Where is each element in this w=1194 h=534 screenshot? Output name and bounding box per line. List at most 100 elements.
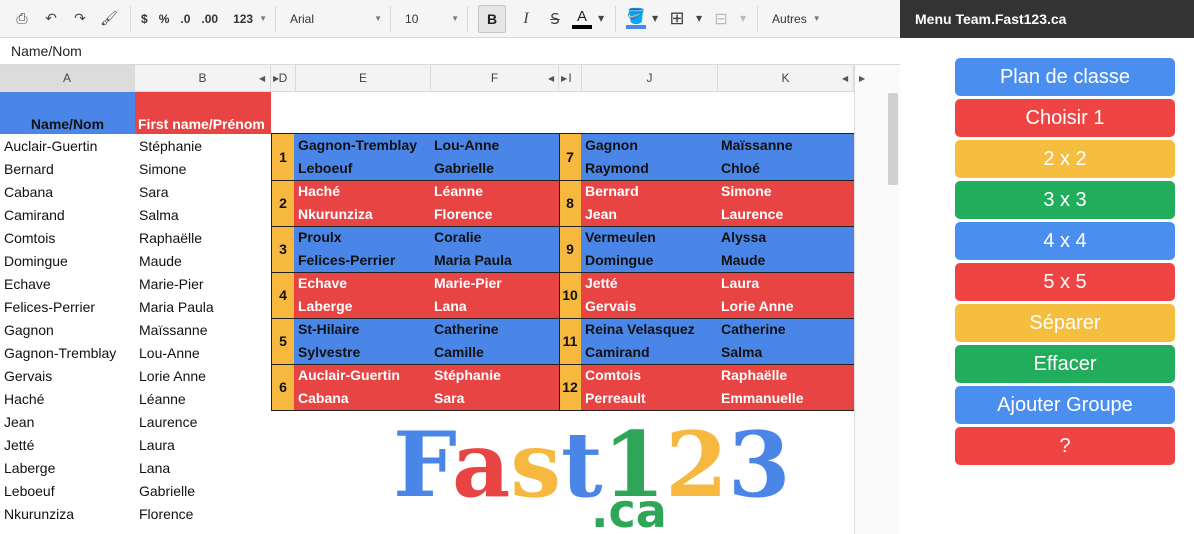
number-format-dropdown[interactable]: 123 ▼ — [229, 12, 271, 26]
last-name-cell[interactable]: Bernard — [4, 161, 54, 177]
group-cell[interactable]: Echave Marie-Pier Laberge Lana — [294, 272, 559, 318]
first-name-cell[interactable]: Maude — [139, 253, 182, 269]
first-name-cell[interactable]: Simone — [139, 161, 186, 177]
first-name-cell[interactable]: Florence — [139, 506, 193, 522]
first-name-cell[interactable]: Lana — [139, 460, 170, 476]
last-name-cell[interactable]: Auclair-Guertin — [4, 138, 97, 154]
group-cell[interactable]: Bernard Simone Jean Laurence — [581, 180, 855, 226]
first-name-cell[interactable]: Maïssanne — [139, 322, 207, 338]
last-name-cell[interactable]: Cabana — [4, 184, 53, 200]
first-name-cell[interactable]: Laurence — [139, 414, 197, 430]
member-last-name: Proulx — [298, 229, 342, 245]
last-name-cell[interactable]: Gagnon — [4, 322, 54, 338]
column-header-f[interactable]: F — [431, 65, 559, 92]
hidden-columns-left-arrow-icon[interactable]: ◀ — [548, 74, 554, 83]
group-cell[interactable]: Gagnon Maïssanne Raymond Chloé — [581, 134, 855, 180]
last-name-cell[interactable]: Camirand — [4, 207, 65, 223]
chevron-down-icon[interactable]: ▼ — [694, 7, 704, 31]
formula-bar[interactable]: Name/Nom — [0, 38, 900, 65]
last-name-cell[interactable]: Echave — [4, 276, 51, 292]
member-first-name: Léanne — [434, 183, 484, 199]
merge-cells-icon[interactable]: ⊟ — [709, 7, 733, 31]
first-name-cell[interactable]: Lorie Anne — [139, 368, 206, 384]
menu-button[interactable]: 5 x 5 — [955, 263, 1175, 301]
group-cell[interactable]: Vermeulen Alyssa Domingue Maude — [581, 226, 855, 272]
last-name-cell[interactable]: Jetté — [4, 437, 34, 453]
group-cell[interactable]: Jetté Laura Gervais Lorie Anne — [581, 272, 855, 318]
italic-button[interactable]: I — [514, 7, 538, 31]
menu-button[interactable]: Plan de classe — [955, 58, 1175, 96]
column-header-a[interactable]: A — [0, 65, 135, 92]
last-name-cell[interactable]: Gervais — [4, 368, 52, 384]
scroll-right-arrow-icon[interactable]: ▶ — [859, 74, 865, 83]
menu-button[interactable]: 2 x 2 — [955, 140, 1175, 178]
menu-button[interactable]: Effacer — [955, 345, 1175, 383]
bold-button[interactable]: B — [478, 4, 507, 33]
group-cell[interactable]: Gagnon-Tremblay Lou-Anne Leboeuf Gabrielle — [294, 134, 559, 180]
first-name-cell[interactable]: Léanne — [139, 391, 186, 407]
undo-icon[interactable]: ↶ — [39, 7, 63, 31]
logo-letter: 2 — [665, 412, 728, 518]
more-dropdown[interactable]: Autres ▼ — [768, 12, 825, 26]
first-name-cell[interactable]: Laura — [139, 437, 175, 453]
toolbar-divider — [615, 5, 617, 32]
borders-icon[interactable]: ⊞ — [665, 7, 689, 31]
paint-format-icon[interactable]: 🖌 — [97, 7, 121, 31]
hidden-columns-right-arrow-icon[interactable]: ▶ — [561, 74, 567, 83]
first-name-cell[interactable]: Stéphanie — [139, 138, 202, 154]
menu-button[interactable]: Séparer — [955, 304, 1175, 342]
menu-button[interactable]: Choisir 1 — [955, 99, 1175, 137]
fill-color-button[interactable]: 🪣 — [626, 8, 647, 29]
last-name-cell[interactable]: Laberge — [4, 460, 55, 476]
first-name-cell[interactable]: Raphaëlle — [139, 230, 202, 246]
hidden-columns-left-arrow-icon[interactable]: ◀ — [259, 74, 265, 83]
first-name-cell[interactable]: Gabrielle — [139, 483, 195, 499]
column-header-j[interactable]: J — [582, 65, 718, 92]
font-family-dropdown[interactable]: Arial ▼ — [286, 12, 386, 26]
chevron-down-icon[interactable]: ▼ — [738, 7, 748, 31]
column-header-k[interactable]: K — [718, 65, 854, 92]
header-cell-name[interactable]: Name/Nom — [0, 92, 135, 134]
group-cell[interactable]: Reina Velasquez Catherine Camirand Salma — [581, 318, 855, 364]
last-name-cell[interactable]: Comtois — [4, 230, 55, 246]
column-header-b[interactable]: B — [135, 65, 271, 92]
group-cell[interactable]: St-Hilaire Catherine Sylvestre Camille — [294, 318, 559, 364]
font-size-dropdown[interactable]: 10 ▼ — [401, 12, 463, 26]
print-icon[interactable]: ⎙ — [10, 7, 34, 31]
vertical-scrollbar[interactable]: ▶ — [854, 65, 900, 534]
group-cell[interactable]: Haché Léanne Nkurunziza Florence — [294, 180, 559, 226]
header-cell-first-name[interactable]: First name/Prénom — [135, 92, 271, 134]
hidden-columns-right-arrow-icon[interactable]: ▶ — [273, 74, 279, 83]
first-name-cell[interactable]: Marie-Pier — [139, 276, 204, 292]
chevron-down-icon[interactable]: ▼ — [650, 7, 660, 31]
menu-button[interactable]: 4 x 4 — [955, 222, 1175, 260]
first-name-cell[interactable]: Maria Paula — [139, 299, 214, 315]
scrollbar-thumb[interactable] — [888, 93, 898, 185]
last-name-cell[interactable]: Domingue — [4, 253, 68, 269]
increase-decimals-button[interactable]: .00 — [201, 12, 218, 26]
last-name-cell[interactable]: Gagnon-Tremblay — [4, 345, 116, 361]
last-name-cell[interactable]: Nkurunziza — [4, 506, 74, 522]
last-name-cell[interactable]: Jean — [4, 414, 34, 430]
percent-format-button[interactable]: % — [159, 12, 170, 26]
group-cell[interactable]: Auclair-Guertin Stéphanie Cabana Sara — [294, 364, 559, 410]
menu-button[interactable]: Ajouter Groupe — [955, 386, 1175, 424]
first-name-cell[interactable]: Sara — [139, 184, 169, 200]
group-cell[interactable]: Comtois Raphaëlle Perreault Emmanuelle — [581, 364, 855, 410]
text-color-button[interactable]: A — [572, 8, 593, 29]
last-name-cell[interactable]: Felices-Perrier — [4, 299, 95, 315]
decrease-decimals-button[interactable]: .0 — [180, 12, 190, 26]
last-name-cell[interactable]: Leboeuf — [4, 483, 55, 499]
menu-button[interactable]: 3 x 3 — [955, 181, 1175, 219]
chevron-down-icon[interactable]: ▼ — [596, 7, 606, 31]
column-header-e[interactable]: E — [296, 65, 431, 92]
scroll-left-arrow-icon[interactable]: ◀ — [842, 74, 848, 83]
menu-button[interactable]: ? — [955, 427, 1175, 465]
first-name-cell[interactable]: Lou-Anne — [139, 345, 200, 361]
redo-icon[interactable]: ↷ — [68, 7, 92, 31]
first-name-cell[interactable]: Salma — [139, 207, 179, 223]
last-name-cell[interactable]: Haché — [4, 391, 44, 407]
group-cell[interactable]: Proulx Coralie Felices-Perrier Maria Paula — [294, 226, 559, 272]
currency-format-button[interactable]: $ — [141, 12, 148, 26]
strikethrough-button[interactable]: S — [543, 7, 567, 31]
